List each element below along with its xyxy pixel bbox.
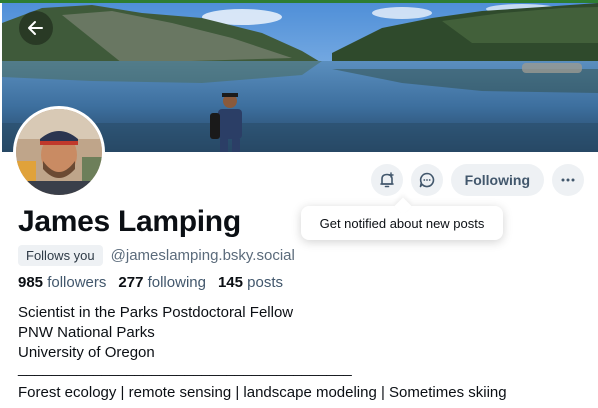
bio-divider: ________________________________________ — [18, 360, 352, 377]
follows-you-badge: Follows you — [18, 245, 103, 266]
message-button[interactable] — [410, 164, 443, 196]
following-button[interactable]: Following — [450, 164, 544, 196]
bio-line: PNW National Parks — [18, 324, 155, 341]
followers-label: followers — [47, 274, 107, 291]
profile-actions: Following — [370, 164, 584, 196]
profile-stats: 985 followers 277 following 145 posts — [18, 274, 283, 291]
chat-bubble-icon — [419, 172, 434, 188]
posts-count: 145 — [217, 274, 243, 291]
posts-label: posts — [247, 274, 284, 291]
arrow-left-icon — [28, 21, 43, 35]
handle-row: Follows you @jameslamping.bsky.social — [18, 245, 295, 266]
profile-bio: Scientist in the Parks Postdoctoral Fell… — [18, 303, 507, 403]
avatar[interactable] — [13, 106, 105, 198]
ellipsis-icon — [561, 178, 575, 182]
following-label: following — [147, 274, 206, 291]
posts-stat: 145 posts — [218, 274, 283, 291]
notify-tooltip: Get notified about new posts — [301, 206, 503, 240]
bell-plus-icon — [379, 172, 394, 188]
profile-display-name: James Lamping — [18, 205, 241, 238]
bio-line: Forest ecology | remote sensing | landsc… — [18, 384, 507, 401]
back-button[interactable] — [19, 11, 53, 45]
more-options-button[interactable] — [552, 164, 584, 196]
following-stat[interactable]: 277 following — [118, 274, 206, 291]
following-count: 277 — [118, 274, 144, 291]
notify-button[interactable] — [370, 164, 403, 196]
profile-handle: @jameslamping.bsky.social — [110, 247, 295, 264]
bio-line: Scientist in the Parks Postdoctoral Fell… — [18, 304, 294, 321]
tooltip-text: Get notified about new posts — [319, 215, 485, 231]
avatar-image — [16, 109, 102, 195]
followers-stat[interactable]: 985 followers — [18, 274, 106, 291]
followers-count: 985 — [18, 274, 44, 291]
